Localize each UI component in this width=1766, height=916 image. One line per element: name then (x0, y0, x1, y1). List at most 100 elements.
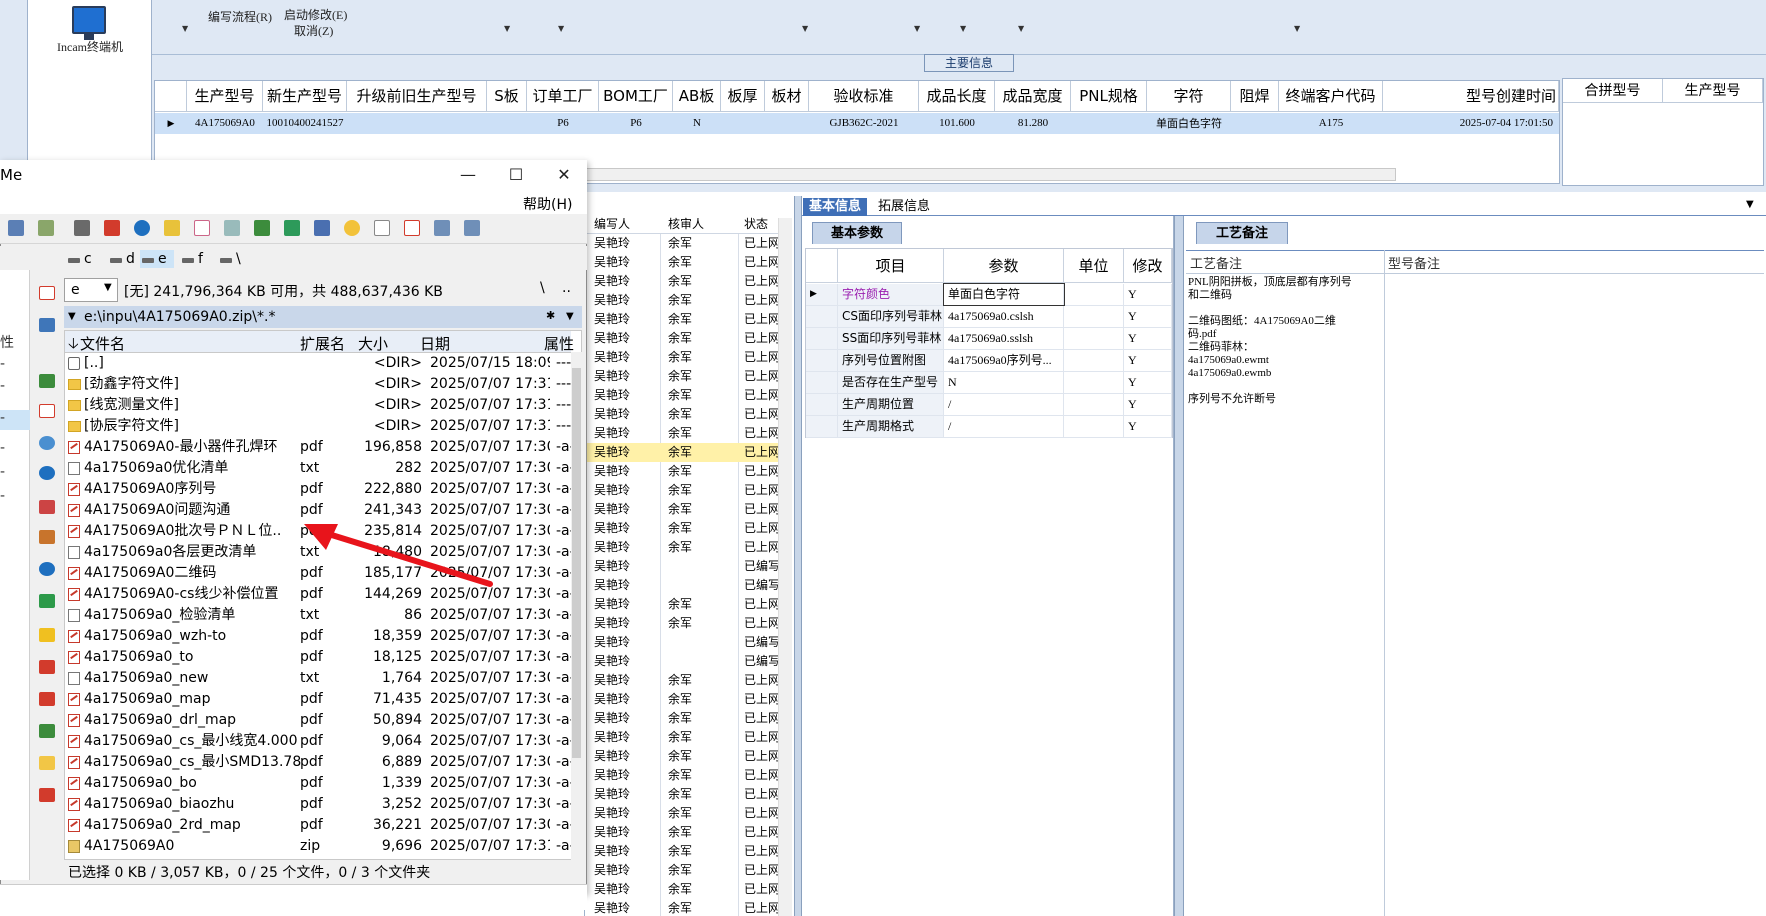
grid-cell[interactable] (1064, 394, 1124, 415)
grid-cell[interactable]: 余军 (668, 538, 692, 557)
file-row[interactable]: 4a175069a0_map pdf 71,435 2025/07/07 17:30-… (66, 689, 580, 710)
file-row[interactable]: 4a175069a0_drl_map pdf 50,894 2025/07/07 17… (66, 710, 580, 731)
grid-cell[interactable]: GJB362C-2021 (809, 113, 919, 134)
grid-cell[interactable]: 吴艳玲 (594, 652, 630, 671)
grid-cell[interactable]: 余军 (668, 880, 692, 899)
grid-cell[interactable]: 吴艳玲 (594, 576, 630, 595)
grid-cell[interactable]: 余军 (668, 595, 692, 614)
grid-cell[interactable]: 吴艳玲 (594, 823, 630, 842)
col-header[interactable]: 新生产型号 (263, 81, 347, 112)
grid-cell[interactable]: Y (1124, 284, 1172, 305)
grid-cell[interactable]: 生产周期格式 (838, 416, 944, 437)
network-icon[interactable] (254, 220, 270, 236)
grid-cell[interactable]: 吴艳玲 (594, 367, 630, 386)
file-row[interactable]: 4a175069a0优化清单 txt 282 2025/07/07 17:30 -a-- (66, 458, 580, 479)
grid-cell[interactable]: 已上网 (744, 348, 780, 367)
col-header[interactable]: 核审人 (668, 215, 704, 234)
grid-cell[interactable]: 已上网 (744, 747, 780, 766)
drive-d-button[interactable]: d (108, 250, 135, 268)
grid-cell[interactable]: 吴艳玲 (594, 709, 630, 728)
grid-cell[interactable]: 4A175069A0 (187, 113, 263, 134)
grid-cell[interactable]: 吴艳玲 (594, 272, 630, 291)
file-row[interactable]: 4a175069a0_2rd_map pdf 36,221 2025/07/07 17… (66, 815, 580, 836)
grid-cell[interactable]: 吴艳玲 (594, 747, 630, 766)
param-row[interactable]: ▶ 字符颜色 单面白色字符 Y (806, 283, 1172, 306)
param-row[interactable]: 生产周期格式 / Y (806, 416, 1172, 438)
grid-cell[interactable]: 吴艳玲 (594, 253, 630, 272)
grid-cell[interactable]: 余军 (668, 823, 692, 842)
text-icon[interactable] (194, 220, 210, 236)
shield-icon[interactable] (344, 220, 360, 236)
ribbon-cancel[interactable]: 取消(Z) (294, 22, 333, 39)
refresh-icon[interactable] (134, 220, 150, 236)
grid-cell[interactable]: 余军 (668, 747, 692, 766)
col-header[interactable]: 项目 (838, 249, 944, 283)
grid-cell[interactable]: 余军 (668, 348, 692, 367)
param-row[interactable]: 生产周期位置 / Y (806, 394, 1172, 416)
grid-cell[interactable]: 吴艳玲 (594, 500, 630, 519)
grid-cell[interactable]: 是否存在生产型号 (838, 372, 944, 393)
ribbon-start-modify[interactable]: 启动修改(E) (284, 6, 347, 23)
col-header[interactable]: 生产型号 (187, 81, 263, 112)
file-row[interactable]: [劲鑫字符文件] <DIR> 2025/07/07 17:31 ---- (66, 374, 576, 395)
grid-cell[interactable]: 余军 (668, 405, 692, 424)
grid-cell[interactable]: 已上网 (744, 329, 780, 348)
grid-cell[interactable]: 吴艳玲 (594, 538, 630, 557)
parent-dir-button[interactable]: .. (562, 280, 571, 296)
grid-cell[interactable]: 吴艳玲 (594, 880, 630, 899)
network-icon[interactable] (39, 374, 55, 388)
grid-cell[interactable]: 余军 (668, 690, 692, 709)
star-icon[interactable]: ✱ (546, 309, 555, 322)
grid-cell[interactable]: 余军 (668, 367, 692, 386)
ribbon-dropdown-icon[interactable]: ▼ (504, 24, 510, 33)
close-icon[interactable]: ✕ (544, 162, 584, 188)
grid-cell[interactable]: P6 (599, 113, 673, 134)
param-row[interactable]: 序列号位置附图 4a175069a0序列号... Y (806, 350, 1172, 372)
pdf-icon[interactable] (39, 660, 55, 674)
pdf-icon[interactable] (39, 286, 55, 300)
ribbon-dropdown-icon[interactable]: ▼ (1018, 24, 1024, 33)
grid-cell[interactable]: 4a175069a0序列号... (944, 350, 1064, 371)
grid-cell[interactable]: P6 (527, 113, 599, 134)
grid-cell[interactable]: 已上网 (744, 842, 780, 861)
drive-e-button[interactable]: e (140, 250, 174, 268)
grid-cell[interactable]: 吴艳玲 (594, 234, 630, 253)
grid-cell[interactable]: 已上网 (744, 500, 780, 519)
grid-cell[interactable]: 已上网 (744, 709, 780, 728)
grid-cell[interactable] (1064, 416, 1124, 437)
info-icon[interactable] (39, 562, 55, 576)
pdf-icon[interactable] (39, 404, 55, 418)
grid-cell[interactable]: 101.600 (919, 113, 995, 134)
scrollbar-thumb[interactable] (572, 368, 581, 758)
grid-cell[interactable]: 已上网 (744, 899, 780, 916)
grid-cell[interactable]: 已上网 (744, 880, 780, 899)
grid-cell[interactable]: 吴艳玲 (594, 614, 630, 633)
tab-dropdown-icon[interactable]: ▼ (1746, 199, 1754, 210)
grid-cell[interactable]: 余军 (668, 253, 692, 272)
network-icon[interactable] (39, 724, 55, 738)
col-header[interactable]: 修改 (1124, 249, 1172, 283)
drive-f-button[interactable]: f (180, 250, 203, 268)
acrobat-icon[interactable] (404, 220, 420, 236)
command-line[interactable] (0, 884, 587, 910)
file-row[interactable]: 4A175069A0-最小器件孔焊环 pdf 196,858 2025/07/07 1… (66, 437, 580, 458)
printer-icon[interactable] (224, 220, 240, 236)
grid-cell[interactable]: 余军 (668, 804, 692, 823)
col-attr-header[interactable]: 属性 (544, 333, 574, 354)
drive-c-button[interactable]: c (66, 250, 92, 268)
photo-icon[interactable] (39, 530, 55, 544)
tab-basic-info[interactable]: 基本信息 (803, 198, 868, 216)
grid-cell[interactable]: 余军 (668, 861, 692, 880)
file-row[interactable]: 4a175069a0_biaozhu pdf 3,252 2025/07/07 17:… (66, 794, 580, 815)
grid-cell[interactable]: 已上网 (744, 614, 780, 633)
grid-cell[interactable]: 吴艳玲 (594, 671, 630, 690)
grid-cell[interactable]: 已上网 (744, 861, 780, 880)
tab-basic-params[interactable]: 基本参数 (812, 222, 902, 244)
grid-cell[interactable]: 吴艳玲 (594, 424, 630, 443)
col-header[interactable]: 终端客户代码 (1279, 81, 1383, 112)
file-row[interactable]: 4a175069a0_to pdf 18,125 2025/07/07 17:30 -a… (66, 647, 580, 668)
col-header[interactable]: BOM工厂 (599, 81, 673, 112)
grid-cell[interactable]: 余军 (668, 785, 692, 804)
grid-cell[interactable]: A175 (1279, 113, 1383, 134)
grid-cell[interactable]: 吴艳玲 (594, 291, 630, 310)
